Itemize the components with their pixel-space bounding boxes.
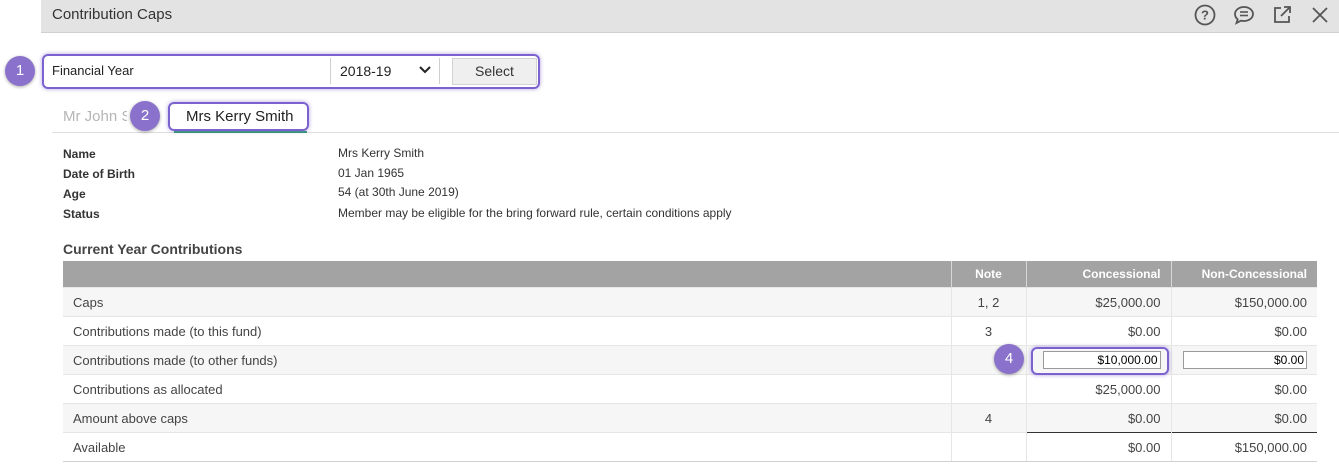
row-note: 1, 2 [951,287,1027,317]
row-concessional: $25,000.00 [1026,374,1172,404]
table-row: Available $0.00 $150,000.00 [63,432,1317,462]
table-row: Contributions made (to this fund) 3 $0.0… [63,316,1317,346]
name-label: Name [63,147,96,161]
row-note: 3 [951,316,1027,346]
status-value: Member may be eligible for the bring for… [338,206,732,220]
row-concessional: $0.00 [1026,432,1172,462]
status-label: Status [63,207,100,221]
row-note: 4 [951,403,1027,433]
contributions-title: Current Year Contributions [63,241,243,257]
row-label: Available [63,432,952,462]
dob-value: 01 Jan 1965 [338,166,405,180]
row-non-concessional: $150,000.00 [1171,432,1317,462]
column-header-description [63,261,952,288]
row-non-concessional: $0.00 [1171,374,1317,404]
active-tab-indicator [174,131,307,133]
external-link-icon[interactable] [1270,3,1294,27]
callout-marker-2: 2 [130,101,160,131]
column-header-non-concessional: Non-Concessional [1171,261,1317,288]
window-title: Contribution Caps [52,6,173,23]
highlight-financial-year [42,54,540,89]
row-non-concessional-cell [1171,345,1317,375]
age-label: Age [63,187,86,201]
column-header-note: Note [951,261,1027,288]
row-non-concessional: $0.00 [1171,316,1317,346]
highlight-concessional-input [1031,347,1169,375]
name-value: Mrs Kerry Smith [338,146,425,160]
dob-label: Date of Birth [63,167,135,181]
non-concessional-other-funds-input[interactable] [1183,351,1307,369]
highlight-tab [168,102,309,131]
row-non-concessional: $0.00 [1171,403,1317,433]
row-note [951,432,1027,462]
callout-marker-4: 4 [994,344,1024,374]
row-label: Contributions made (to this fund) [63,316,952,346]
age-value: 54 (at 30th June 2019) [338,185,459,199]
column-header-concessional: Concessional [1026,261,1172,288]
table-row: Amount above caps 4 $0.00 $0.00 [63,403,1317,433]
row-label: Caps [63,287,952,317]
tab-mr-john[interactable]: Mr John S [63,108,131,125]
row-concessional: $0.00 [1026,403,1172,433]
table-row: Caps 1, 2 $25,000.00 $150,000.00 [63,287,1317,317]
row-note [951,374,1027,404]
help-icon[interactable]: ? [1193,3,1217,27]
table-header-row: Note Concessional Non-Concessional [63,261,1317,288]
row-concessional: $25,000.00 [1026,287,1172,317]
close-icon[interactable] [1308,3,1332,27]
svg-text:?: ? [1201,8,1209,23]
callout-marker-1: 1 [5,56,35,86]
title-bar: Contribution Caps ? [41,0,1339,33]
row-label: Contributions made (to other funds) [63,345,952,375]
table-row: Contributions as allocated $25,000.00 $0… [63,374,1317,404]
row-label: Amount above caps [63,403,952,433]
row-non-concessional: $150,000.00 [1171,287,1317,317]
row-label: Contributions as allocated [63,374,952,404]
comment-icon[interactable] [1232,3,1256,27]
row-concessional: $0.00 [1026,316,1172,346]
